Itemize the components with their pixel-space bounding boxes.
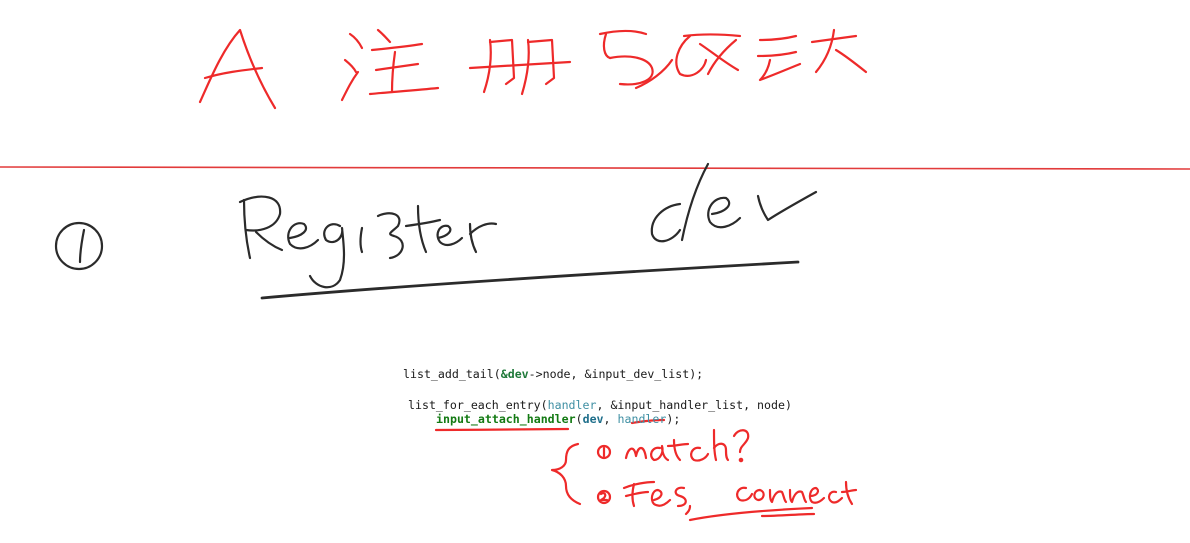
code-arg-handler: handler <box>617 412 667 426</box>
code-text: , <box>603 412 618 426</box>
handwritten-register-dev <box>54 162 818 300</box>
code-identifier-handler: handler <box>547 398 597 412</box>
code-line-list-add-tail: list_add_tail(&dev->node, &input_dev_lis… <box>403 368 703 381</box>
code-annotations <box>434 418 858 522</box>
handwritten-connect <box>736 486 754 502</box>
code-text: ->node, &input_dev_list); <box>528 367 704 381</box>
handwriting-canvas <box>0 28 1190 522</box>
heading-glyph-2 <box>348 32 364 50</box>
code-keyword-dev: &dev <box>500 367 529 381</box>
code-function-name: input_attach_handler <box>436 412 576 426</box>
heading-glyph-3 <box>468 60 572 70</box>
red-curly-brace <box>550 442 582 506</box>
code-line-list-for-each-entry: list_for_each_entry(handler, &input_hand… <box>408 399 792 412</box>
handwritten-yes <box>622 480 656 490</box>
heading-glyph-6 <box>758 34 798 42</box>
red-underline-register <box>296 306 642 312</box>
code-text: list_for_each_entry( <box>408 398 548 412</box>
heading-glyph-5 <box>675 34 708 77</box>
red-underline-function <box>434 427 570 432</box>
code-text: ( <box>575 412 583 426</box>
code-text: ); <box>666 412 681 426</box>
handwritten-match <box>624 446 648 460</box>
heading-glyph-a <box>198 28 277 110</box>
code-text: list_add_tail( <box>403 367 501 381</box>
code-text: , &input_handler_list, node) <box>596 398 792 412</box>
red-divider-line <box>0 166 1190 170</box>
code-line-input-attach-handler: input_attach_handler(dev, handler); <box>436 413 680 426</box>
handwritten-heading <box>198 28 868 110</box>
code-arg-dev: dev <box>582 412 604 426</box>
